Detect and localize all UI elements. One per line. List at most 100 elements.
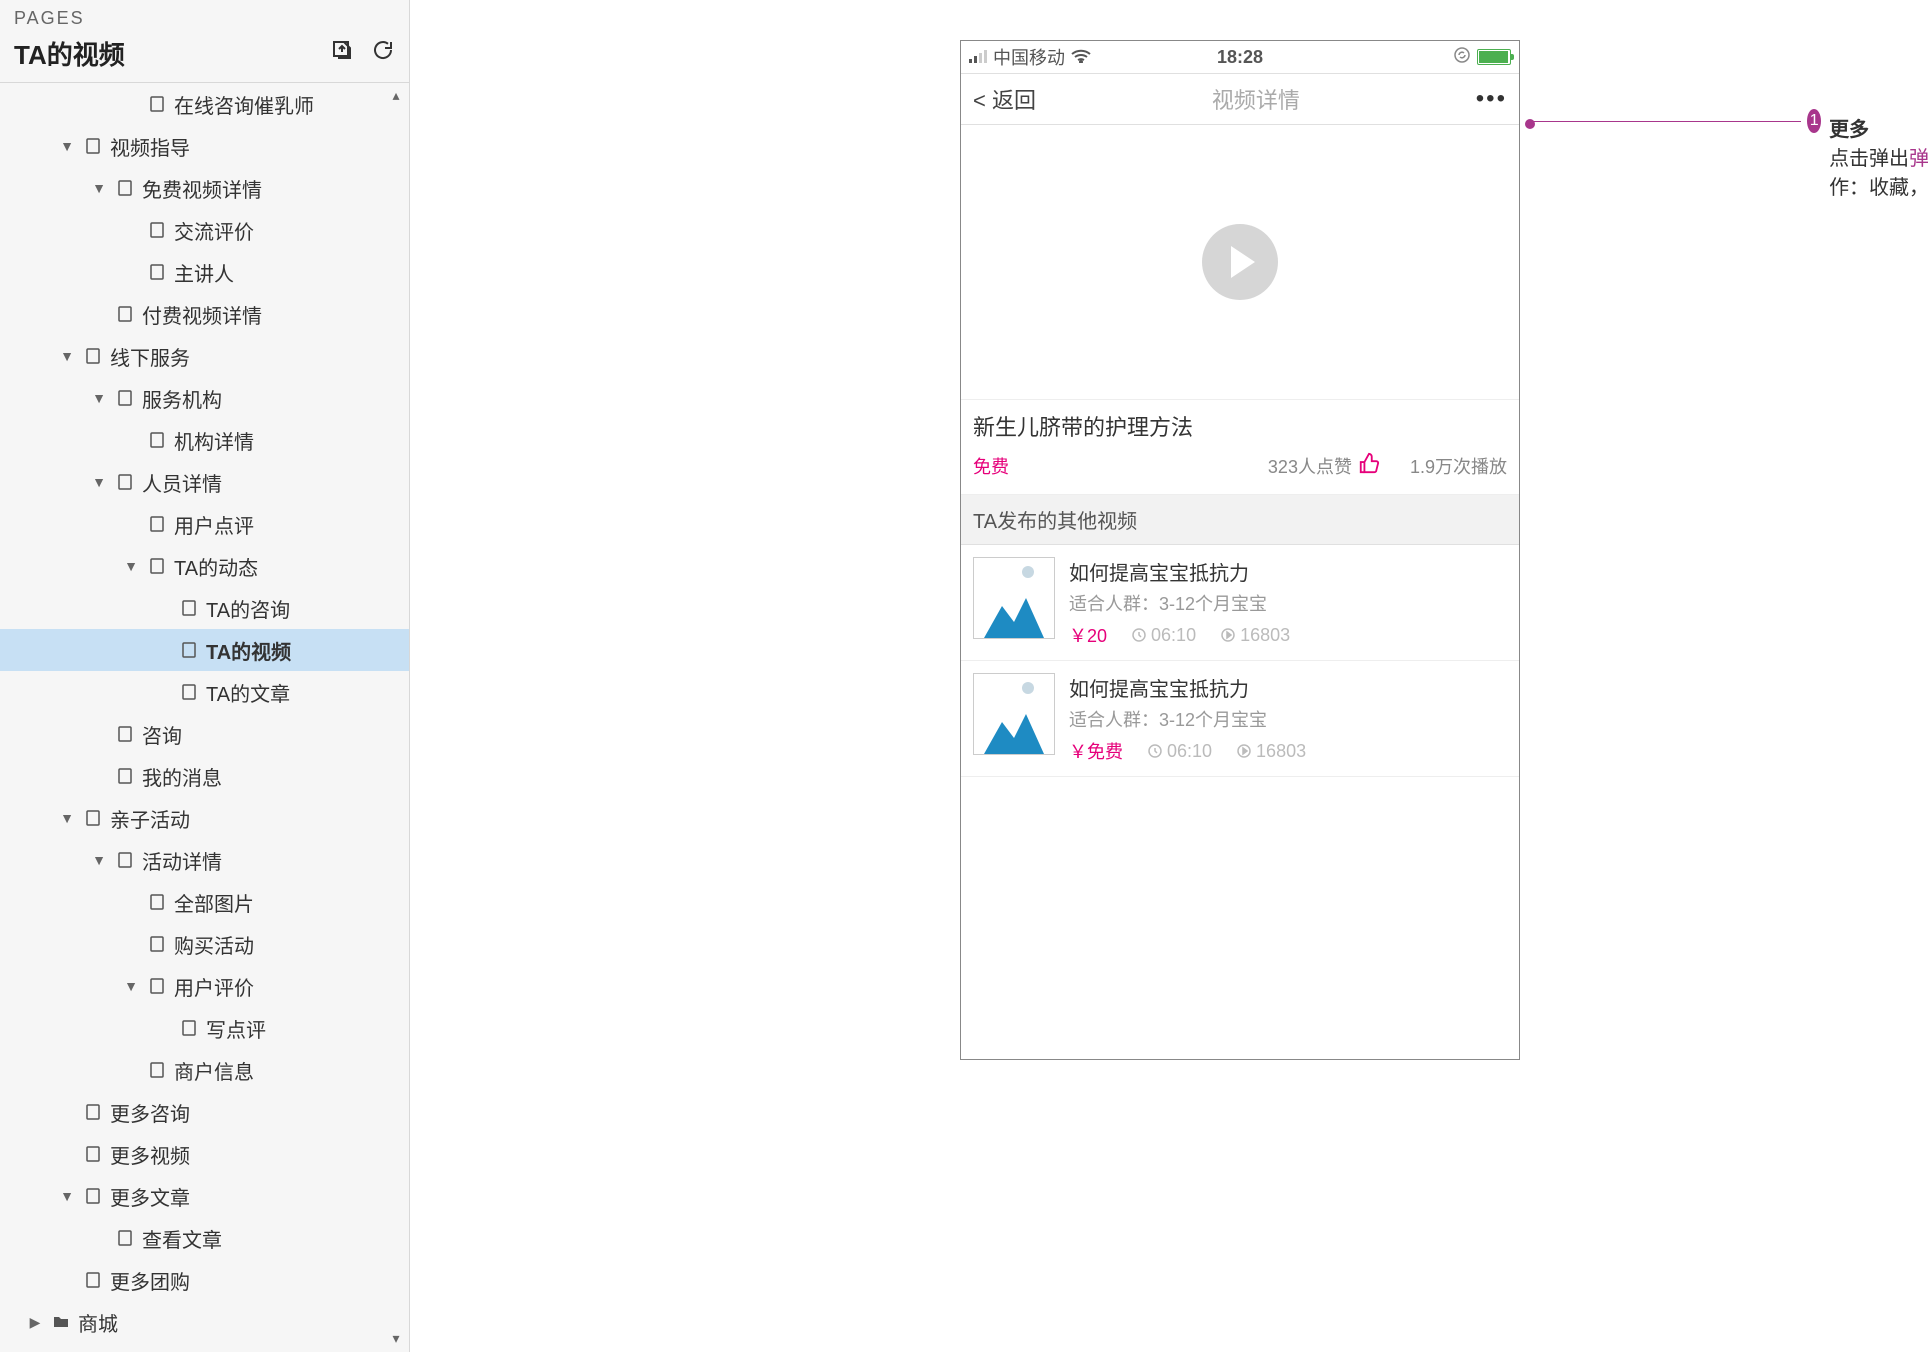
tree-item-label: 用户点评	[174, 510, 254, 539]
list-item[interactable]: 如何提高宝宝抵抗力适合人群：3-12个月宝宝￥2006:1016803	[961, 545, 1519, 661]
tree-item[interactable]: ▶商城	[0, 1301, 409, 1343]
page-icon	[148, 431, 166, 449]
page-icon	[116, 725, 134, 743]
item-price: ￥免费	[1069, 738, 1123, 764]
back-button[interactable]: < 返回	[973, 83, 1036, 115]
annotation-link[interactable]: 弹出菜单1	[1909, 148, 1928, 170]
item-duration: 06:10	[1131, 625, 1196, 646]
caret-icon[interactable]: ▼	[90, 390, 108, 406]
export-icon[interactable]	[330, 41, 361, 68]
tree-item[interactable]: ▼免费视频详情	[0, 167, 409, 209]
item-price: ￥20	[1069, 622, 1107, 648]
item-title: 如何提高宝宝抵抗力	[1069, 557, 1507, 586]
tree-item[interactable]: 购买活动	[0, 923, 409, 965]
tree-item-label: TA的动态	[174, 552, 258, 581]
list-item[interactable]: 如何提高宝宝抵抗力适合人群：3-12个月宝宝￥免费06:1016803	[961, 661, 1519, 777]
phone-mockup: 中国移动 18:28 < 返回 视频详情 ••• 新生儿脐带的护理方法	[960, 40, 1520, 1060]
tree-item[interactable]: 商户信息	[0, 1049, 409, 1091]
tree-item[interactable]: 付费视频详情	[0, 293, 409, 335]
tree-item[interactable]: ▼ 用户评价	[0, 965, 409, 1007]
tree-item[interactable]: 机构详情	[0, 419, 409, 461]
folder-icon	[52, 1313, 70, 1331]
page-icon	[148, 893, 166, 911]
tree-item[interactable]: 写点评	[0, 1007, 409, 1049]
tree-item[interactable]: 用户点评	[0, 503, 409, 545]
tree-item-label: 更多文章	[110, 1182, 190, 1211]
page-icon	[84, 1187, 102, 1205]
caret-icon[interactable]: ▼	[58, 1188, 76, 1204]
sync-icon	[1453, 46, 1471, 69]
thumbnail	[973, 557, 1055, 639]
tree-item-label: 我的消息	[142, 762, 222, 791]
caret-icon[interactable]: ▼	[90, 852, 108, 868]
tree-item[interactable]: 我的消息	[0, 755, 409, 797]
tree-item[interactable]: 查看文章	[0, 1217, 409, 1259]
refresh-icon[interactable]	[371, 41, 395, 68]
tree-item[interactable]: TA的咨询	[0, 587, 409, 629]
tree-item[interactable]: ▼线下服务	[0, 335, 409, 377]
tree-item[interactable]: 在线咨询催乳师	[0, 83, 409, 125]
tree-item[interactable]: 主讲人	[0, 251, 409, 293]
tree-item[interactable]: TA的文章	[0, 671, 409, 713]
item-plays: 16803	[1236, 741, 1306, 762]
scroll-down-icon[interactable]: ▾	[387, 1330, 405, 1348]
caret-icon[interactable]: ▼	[58, 138, 76, 154]
wifi-icon	[1071, 47, 1091, 68]
item-plays: 16803	[1220, 625, 1290, 646]
more-button[interactable]: •••	[1476, 85, 1507, 113]
annotation-title: 更多	[1829, 119, 1869, 141]
item-subtitle: 适合人群：3-12个月宝宝	[1069, 706, 1507, 732]
caret-icon[interactable]: ▼	[122, 558, 140, 574]
play-icon[interactable]	[1202, 224, 1278, 300]
tree-item-label: 咨询	[142, 720, 182, 749]
caret-icon[interactable]: ▼	[58, 348, 76, 364]
annotation-line	[1528, 121, 1801, 122]
page-icon	[148, 95, 166, 113]
caret-icon[interactable]: ▼	[90, 474, 108, 490]
page-title-row: TA的视频	[0, 29, 409, 83]
tree-item[interactable]: ▼人员详情	[0, 461, 409, 503]
video-title: 新生儿脐带的护理方法	[973, 410, 1507, 442]
tree-item-label: 全部图片	[174, 888, 254, 917]
caret-icon[interactable]: ▼	[58, 810, 76, 826]
video-likes[interactable]: 323人点赞	[1268, 452, 1380, 480]
tree-item[interactable]: TA的视频	[0, 629, 409, 671]
tree-item-label: 亲子活动	[110, 804, 190, 833]
page-icon	[148, 263, 166, 281]
page-icon	[148, 1061, 166, 1079]
tree-item[interactable]: ▼视频指导	[0, 125, 409, 167]
tree-item-label: 交流评价	[174, 216, 254, 245]
tree-item[interactable]: 咨询	[0, 713, 409, 755]
page-icon	[116, 179, 134, 197]
tree-item-label: 付费视频详情	[142, 300, 262, 329]
caret-icon[interactable]: ▼	[90, 180, 108, 196]
tree-item[interactable]: 更多视频	[0, 1133, 409, 1175]
tree-item[interactable]: ▼ 亲子活动	[0, 797, 409, 839]
tree-item[interactable]: ▼ 活动详情	[0, 839, 409, 881]
video-player[interactable]	[961, 125, 1519, 400]
video-plays: 1.9万次播放	[1410, 453, 1507, 479]
tree-item[interactable]: ▼ 服务机构	[0, 377, 409, 419]
tree-item[interactable]: ▼ 更多文章	[0, 1175, 409, 1217]
pages-sidebar: PAGES TA的视频 ▴ 在线咨询催乳师▼视频指导▼免费视频详情交流评价主讲人…	[0, 0, 410, 1352]
tree-item-label: 写点评	[206, 1014, 266, 1043]
tree-item-label: 活动详情	[142, 846, 222, 875]
tree-item[interactable]: 更多团购	[0, 1259, 409, 1301]
thumb-up-icon[interactable]	[1358, 452, 1380, 480]
tree-item[interactable]: ▼ TA的动态	[0, 545, 409, 587]
page-icon	[116, 1229, 134, 1247]
caret-icon[interactable]: ▶	[26, 1314, 44, 1331]
page-icon	[116, 305, 134, 323]
annotation-badge: 1	[1807, 109, 1821, 133]
tree-item-label: 商户信息	[174, 1056, 254, 1085]
page-icon	[84, 809, 102, 827]
tree-item[interactable]: 交流评价	[0, 209, 409, 251]
battery-icon	[1477, 49, 1511, 65]
tree-item-label: 用户评价	[174, 972, 254, 1001]
thumbnail	[973, 673, 1055, 755]
tree-item[interactable]: 更多咨询	[0, 1091, 409, 1133]
caret-icon[interactable]: ▼	[122, 978, 140, 994]
tree-item-label: 服务机构	[142, 384, 222, 413]
page-icon	[84, 1271, 102, 1289]
tree-item[interactable]: 全部图片	[0, 881, 409, 923]
